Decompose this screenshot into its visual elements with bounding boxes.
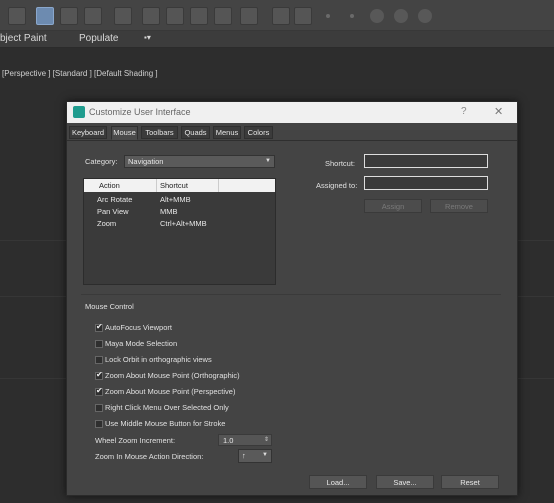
option-label: Zoom About Mouse Point (Perspective) <box>105 387 236 396</box>
column-divider <box>218 179 219 192</box>
checkbox[interactable] <box>95 340 103 348</box>
list-header: Action Shortcut <box>84 179 275 192</box>
app-icon <box>73 106 85 118</box>
ribbon-item-populate[interactable]: Populate <box>79 33 118 44</box>
tab-colors[interactable]: Colors <box>244 126 273 139</box>
option-label: Zoom About Mouse Point (Orthographic) <box>105 371 240 380</box>
toolbar-circle[interactable] <box>418 9 432 23</box>
toolbar-circle[interactable] <box>394 9 408 23</box>
toolbar-dot <box>326 14 330 18</box>
ribbon-item-object-paint[interactable]: bject Paint <box>0 33 47 44</box>
chevron-down-icon: ▼ <box>265 158 271 164</box>
toolbar-button-2[interactable] <box>36 7 54 25</box>
tab-divider <box>67 140 517 141</box>
toolbar-button-1[interactable] <box>8 7 26 25</box>
list-item-action: Pan View <box>97 207 129 216</box>
toolbar-button-5[interactable] <box>114 7 132 25</box>
load-button[interactable]: Load... <box>309 475 367 489</box>
tab-mouse[interactable]: Mouse <box>111 126 138 140</box>
assign-button[interactable]: Assign <box>364 199 422 213</box>
main-toolbar <box>0 0 554 31</box>
dialog-title: Customize User Interface <box>89 107 191 117</box>
column-shortcut[interactable]: Shortcut <box>160 181 188 190</box>
group-divider <box>81 294 501 295</box>
wheel-zoom-value: 1.0 <box>223 436 234 445</box>
checkbox[interactable] <box>95 404 103 412</box>
checkbox[interactable]: ✔ <box>95 386 103 396</box>
list-item-shortcut: Alt+MMB <box>160 195 191 204</box>
checkmark-icon: ✔ <box>96 386 103 395</box>
checkmark-icon: ✔ <box>96 370 103 379</box>
save-button[interactable]: Save... <box>376 475 434 489</box>
teapot-icon[interactable] <box>190 7 208 25</box>
spinner-arrows-icon[interactable]: ⇕ <box>264 435 269 446</box>
option-label: Use Middle Mouse Button for Stroke <box>105 419 226 428</box>
option-label: Maya Mode Selection <box>105 339 178 348</box>
tab-toolbars[interactable]: Toolbars <box>141 126 178 139</box>
shortcut-input[interactable] <box>364 154 488 168</box>
assigned-to-input[interactable] <box>364 176 488 190</box>
teapot-icon[interactable] <box>166 7 184 25</box>
toolbar-button-wand[interactable] <box>272 7 290 25</box>
wheel-zoom-spinner[interactable]: 1.0 ⇕ <box>218 434 272 446</box>
assigned-to-label: Assigned to: <box>316 181 358 190</box>
option-label: Right Click Menu Over Selected Only <box>105 403 229 412</box>
column-divider <box>156 179 157 192</box>
teapot-icon[interactable] <box>142 7 160 25</box>
checkbox[interactable] <box>95 420 103 428</box>
toolbar-button-grid[interactable] <box>240 7 258 25</box>
action-list[interactable]: Action Shortcut Arc Rotate Alt+MMB Pan V… <box>83 178 276 285</box>
category-dropdown[interactable]: Navigation ▼ <box>124 155 275 168</box>
checkbox[interactable]: ✔ <box>95 370 103 380</box>
tab-quads[interactable]: Quads <box>181 126 210 139</box>
category-value: Navigation <box>128 157 164 166</box>
remove-button[interactable]: Remove <box>430 199 488 213</box>
customize-dialog: Customize User Interface ? ✕ Keyboard Mo… <box>66 101 518 496</box>
option-label: AutoFocus Viewport <box>105 323 172 332</box>
list-item-shortcut: MMB <box>160 207 178 216</box>
ribbon-dropdown-icon[interactable]: ▪▾ <box>144 33 151 42</box>
toolbar-button-4[interactable] <box>84 7 102 25</box>
help-icon[interactable]: ? <box>461 106 467 117</box>
zoom-direction-label: Zoom In Mouse Action Direction: <box>95 452 204 461</box>
close-icon[interactable]: ✕ <box>494 105 503 118</box>
option-label: Lock Orbit in orthographic views <box>105 355 212 364</box>
mouse-control-title: Mouse Control <box>85 302 134 311</box>
column-action[interactable]: Action <box>99 181 120 190</box>
list-item-action: Zoom <box>97 219 117 228</box>
viewport-label[interactable]: [Perspective ] [Standard ] [Default Shad… <box>2 69 158 78</box>
tab-menus[interactable]: Menus <box>213 126 241 139</box>
toolbar-button-move[interactable] <box>294 7 312 25</box>
shortcut-label: Shortcut: <box>325 159 356 168</box>
dialog-titlebar[interactable]: Customize User Interface ? ✕ <box>67 102 517 123</box>
zoom-direction-dropdown[interactable]: ↑ ▼ <box>238 449 272 463</box>
toolbar-dot <box>350 14 354 18</box>
toolbar-button-3[interactable] <box>60 7 78 25</box>
chevron-down-icon: ▼ <box>262 452 268 458</box>
zoom-direction-value: ↑ <box>242 451 246 460</box>
reset-button[interactable]: Reset <box>441 475 499 489</box>
category-label: Category: <box>85 157 118 166</box>
toolbar-circle[interactable] <box>370 9 384 23</box>
teapot-icon[interactable] <box>214 7 232 25</box>
wheel-zoom-label: Wheel Zoom Increment: <box>95 436 176 445</box>
list-item-action: Arc Rotate <box>97 195 133 204</box>
ribbon-bar: bject Paint Populate ▪▾ <box>0 31 554 47</box>
tab-keyboard[interactable]: Keyboard <box>69 126 107 139</box>
checkmark-icon: ✔ <box>96 322 103 331</box>
checkbox[interactable]: ✔ <box>95 322 103 332</box>
list-item-shortcut: Ctrl+Alt+MMB <box>160 219 207 228</box>
checkbox[interactable] <box>95 356 103 364</box>
